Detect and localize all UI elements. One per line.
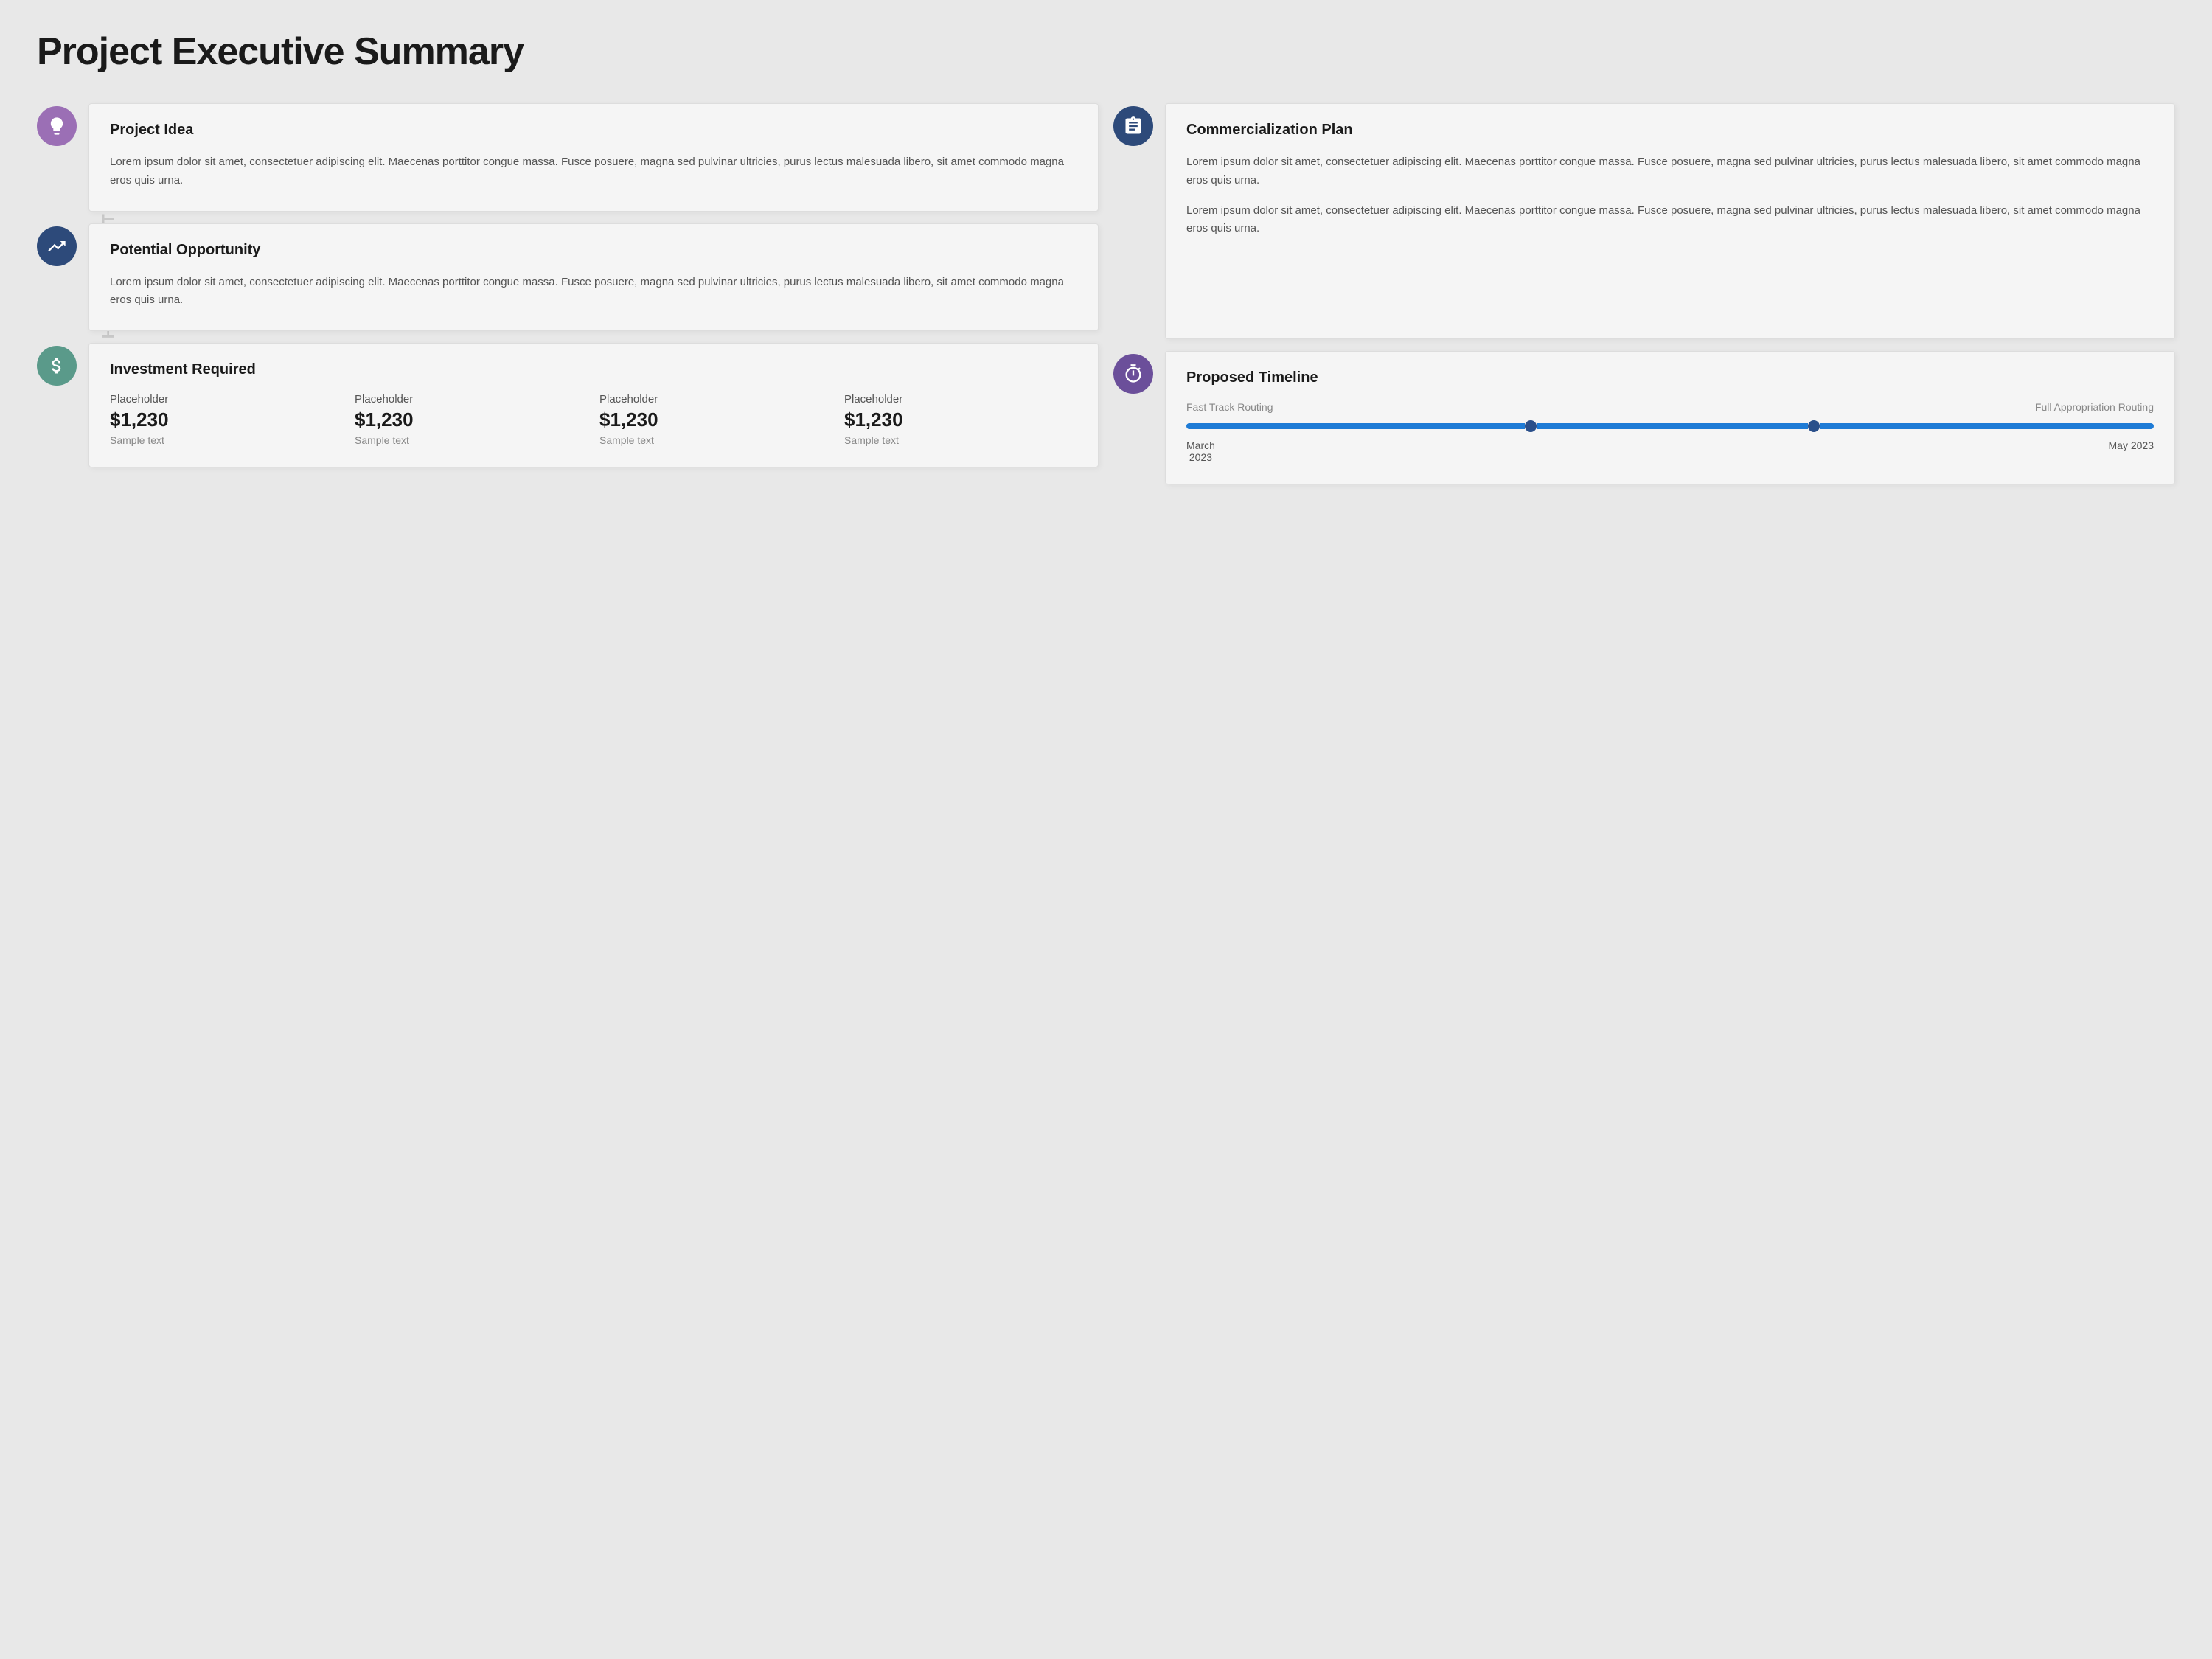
timeline-date-march: March2023 xyxy=(1186,439,1215,463)
commercialization-plan-card: Commercialization Plan Lorem ipsum dolor… xyxy=(1165,103,2175,339)
investment-amount-2: $1,230 xyxy=(355,408,588,431)
timeline-label-fast-track: Fast Track Routing xyxy=(1186,401,1273,413)
page-title: Project Executive Summary xyxy=(37,29,2175,74)
investment-required-icon xyxy=(37,346,77,386)
commercialization-plan-icon xyxy=(1113,106,1153,146)
investment-label-3: Placeholder xyxy=(599,393,832,406)
potential-opportunity-icon xyxy=(37,226,77,266)
project-idea-icon xyxy=(37,106,77,146)
investment-required-title: Investment Required xyxy=(110,361,1077,378)
proposed-timeline-section: Proposed Timeline Fast Track Routing Ful… xyxy=(1113,351,2175,484)
investment-label-1: Placeholder xyxy=(110,393,343,406)
proposed-timeline-icon xyxy=(1113,354,1153,394)
timeline-node-2 xyxy=(1808,420,1820,432)
proposed-timeline-title: Proposed Timeline xyxy=(1186,369,2154,386)
timeline-node-1 xyxy=(1525,420,1537,432)
proposed-timeline-card: Proposed Timeline Fast Track Routing Ful… xyxy=(1165,351,2175,484)
investment-item-3: Placeholder $1,230 Sample text xyxy=(599,393,832,446)
timeline-date-may: May 2023 xyxy=(2109,439,2154,463)
timeline-bar xyxy=(1186,422,2154,431)
commercialization-plan-title: Commercialization Plan xyxy=(1186,122,2154,139)
timeline-segment-2 xyxy=(1537,423,1807,429)
investment-sublabel-3: Sample text xyxy=(599,434,832,446)
potential-opportunity-body: Lorem ipsum dolor sit amet, consectetuer… xyxy=(110,274,1077,310)
timeline-label-full-appropriation: Full Appropriation Routing xyxy=(2035,401,2154,413)
commercialization-plan-body: Lorem ipsum dolor sit amet, consectetuer… xyxy=(1186,153,2154,238)
potential-opportunity-section: Potential Opportunity Lorem ipsum dolor … xyxy=(37,223,1099,332)
investment-amount-4: $1,230 xyxy=(844,408,1077,431)
investment-item-1: Placeholder $1,230 Sample text xyxy=(110,393,343,446)
investment-grid: Placeholder $1,230 Sample text Placehold… xyxy=(110,393,1077,446)
investment-sublabel-2: Sample text xyxy=(355,434,588,446)
project-idea-card: Project Idea Lorem ipsum dolor sit amet,… xyxy=(88,103,1099,212)
investment-required-section: Investment Required Placeholder $1,230 S… xyxy=(37,343,1099,467)
timeline-section: Fast Track Routing Full Appropriation Ro… xyxy=(1186,401,2154,463)
timeline-header-labels: Fast Track Routing Full Appropriation Ro… xyxy=(1186,401,2154,413)
investment-label-2: Placeholder xyxy=(355,393,588,406)
timeline-segment-3 xyxy=(1820,423,2154,429)
project-idea-body: Lorem ipsum dolor sit amet, consectetuer… xyxy=(110,153,1077,190)
project-idea-title: Project Idea xyxy=(110,122,1077,139)
investment-item-4: Placeholder $1,230 Sample text xyxy=(844,393,1077,446)
investment-label-4: Placeholder xyxy=(844,393,1077,406)
investment-item-2: Placeholder $1,230 Sample text xyxy=(355,393,588,446)
potential-opportunity-card: Potential Opportunity Lorem ipsum dolor … xyxy=(88,223,1099,332)
investment-amount-3: $1,230 xyxy=(599,408,832,431)
investment-required-card: Investment Required Placeholder $1,230 S… xyxy=(88,343,1099,467)
project-idea-section: Project Idea Lorem ipsum dolor sit amet,… xyxy=(37,103,1099,212)
investment-sublabel-4: Sample text xyxy=(844,434,1077,446)
investment-sublabel-1: Sample text xyxy=(110,434,343,446)
timeline-date-row: March2023 May 2023 xyxy=(1186,439,2154,463)
investment-amount-1: $1,230 xyxy=(110,408,343,431)
commercialization-plan-section: Commercialization Plan Lorem ipsum dolor… xyxy=(1113,103,2175,339)
potential-opportunity-title: Potential Opportunity xyxy=(110,242,1077,259)
timeline-segment-1 xyxy=(1186,423,1525,429)
